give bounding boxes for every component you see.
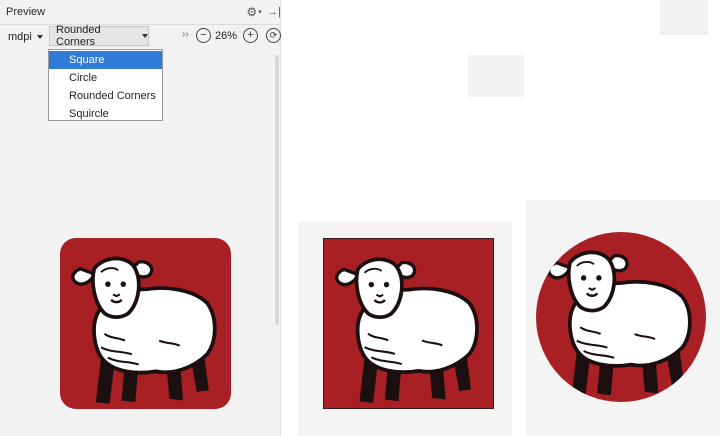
- density-dropdown-label: mdpi: [8, 31, 32, 43]
- zoom-level: 26%: [215, 30, 238, 42]
- sheep-icon: [324, 239, 493, 408]
- background-block: [468, 55, 524, 97]
- chevron-down-icon: [36, 35, 43, 39]
- zoom-in-icon[interactable]: +: [243, 28, 258, 43]
- sheep-icon-circle-preview: [536, 232, 706, 402]
- sheep-icon-rounded-preview: [60, 238, 231, 409]
- background-block: [660, 0, 708, 35]
- chevron-down-icon: [142, 34, 148, 38]
- panel-title: Preview: [6, 6, 46, 18]
- shape-option-rounded-corners[interactable]: Rounded Corners: [49, 87, 162, 105]
- sheep-icon-square-preview: [323, 238, 494, 409]
- shape-dropdown-label: Rounded Corners: [56, 24, 101, 48]
- overflow-icon[interactable]: ››: [182, 29, 189, 40]
- zoom-out-icon[interactable]: −: [196, 28, 211, 43]
- shape-dropdown-menu: Square Circle Rounded Corners Squircle: [48, 49, 163, 121]
- shape-option-circle[interactable]: Circle: [49, 69, 162, 87]
- reset-zoom-icon[interactable]: ⟳: [266, 28, 281, 43]
- sheep-icon: [536, 232, 706, 402]
- vertical-scrollbar[interactable]: [275, 55, 279, 325]
- shape-option-squircle[interactable]: Squircle: [49, 105, 162, 123]
- density-dropdown[interactable]: mdpi: [4, 28, 47, 46]
- panel-header: Preview ⚙ ▾ →|: [0, 0, 280, 25]
- sheep-icon: [60, 238, 231, 409]
- shape-option-square[interactable]: Square: [49, 51, 162, 69]
- hide-panel-icon[interactable]: →|: [267, 4, 280, 20]
- preview-toolbar: mdpi Rounded Corners ›› − 26% + ⟳: [0, 24, 281, 49]
- gear-icon[interactable]: ⚙ ▾: [244, 4, 264, 20]
- shape-dropdown[interactable]: Rounded Corners: [49, 24, 149, 48]
